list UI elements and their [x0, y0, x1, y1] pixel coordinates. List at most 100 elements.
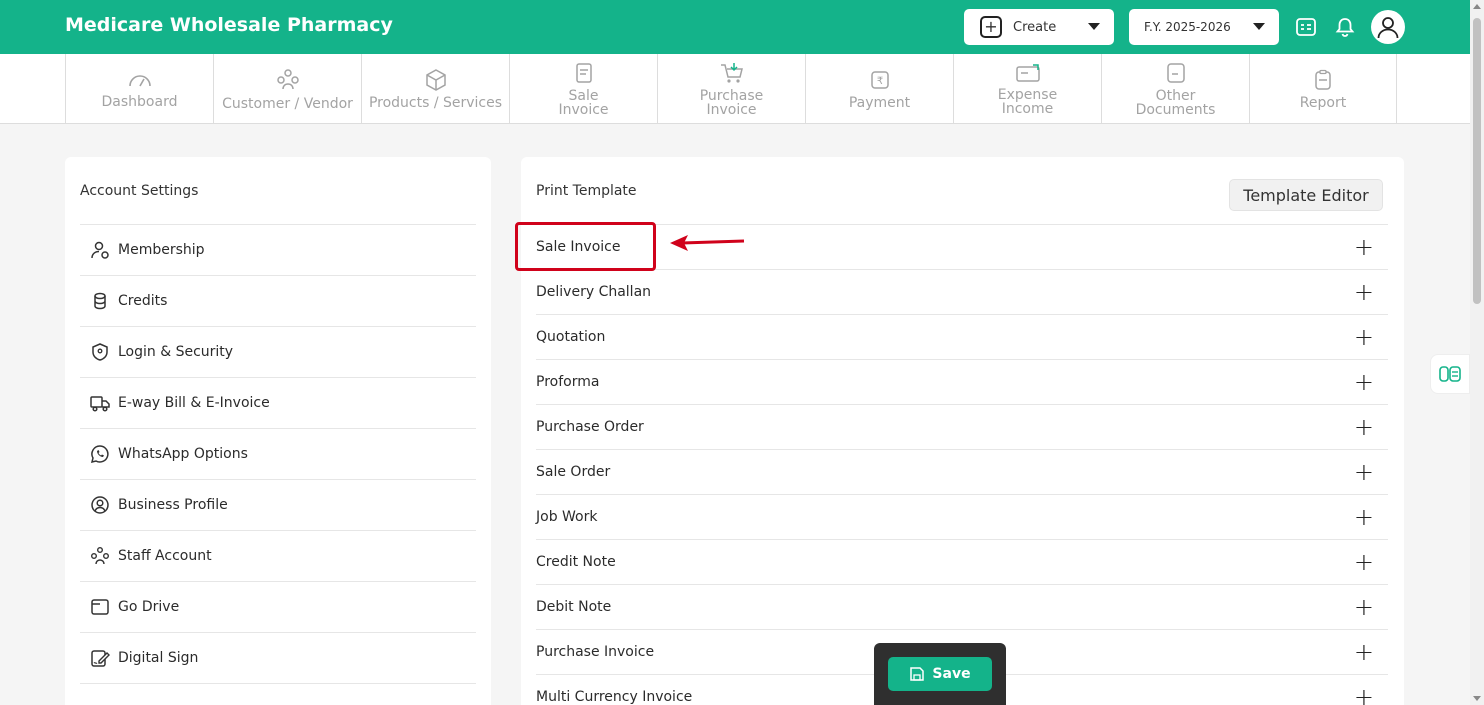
calculator-icon[interactable] — [1291, 12, 1321, 42]
app-title: Medicare Wholesale Pharmacy — [65, 14, 393, 36]
template-item-label: Sale Order — [536, 464, 611, 480]
template-item-label: Purchase Order — [536, 419, 644, 435]
template-item-label: Quotation — [536, 329, 606, 345]
template-editor-button[interactable]: Template Editor — [1229, 179, 1383, 211]
fiscal-year-select[interactable]: F.Y. 2025-2026 — [1129, 9, 1279, 45]
plus-icon[interactable]: + — [1354, 640, 1374, 664]
save-bar: Save — [874, 643, 1006, 705]
account-settings-title: Account Settings — [80, 183, 199, 199]
template-item-job-work[interactable]: Job Work + — [536, 495, 1388, 540]
account-settings-panel: Account Settings Membership Credits Logi… — [65, 157, 491, 705]
plus-icon[interactable]: + — [1354, 505, 1374, 529]
plus-icon[interactable]: + — [1354, 550, 1374, 574]
nav-label: Report — [1299, 95, 1347, 111]
coins-icon — [90, 291, 110, 311]
side-chat-button[interactable] — [1430, 354, 1470, 394]
nav-sale-invoice[interactable]: Sale Invoice — [509, 54, 657, 124]
create-label: Create — [1013, 19, 1057, 35]
settings-item-label: Go Drive — [118, 599, 180, 615]
clipboard-icon — [1315, 69, 1331, 90]
scroll-down-icon[interactable] — [1473, 696, 1481, 701]
nav-expense-income[interactable]: Expense Income — [953, 54, 1101, 124]
page-scrollbar[interactable] — [1470, 0, 1484, 705]
save-label: Save — [932, 666, 971, 682]
nav-label: Sale Invoice — [558, 88, 609, 118]
template-item-label: Purchase Invoice — [536, 644, 655, 660]
plus-icon[interactable]: + — [1354, 595, 1374, 619]
expense-icon — [1015, 64, 1040, 82]
annotation-highlight-box — [515, 222, 656, 271]
nav-report[interactable]: Report — [1249, 54, 1397, 124]
plus-icon[interactable]: + — [1354, 280, 1374, 304]
template-item-label: Delivery Challan — [536, 284, 652, 300]
documents-icon — [1166, 63, 1185, 83]
main-nav: Dashboard Customer / Vendor Products / S… — [0, 54, 1470, 124]
nav-purchase-invoice[interactable]: Purchase Invoice — [657, 54, 805, 124]
settings-item-go-drive[interactable]: Go Drive — [80, 582, 476, 633]
plus-icon[interactable]: + — [1354, 415, 1374, 439]
truck-icon — [90, 393, 110, 413]
settings-item-label: Business Profile — [118, 497, 228, 513]
save-button[interactable]: Save — [888, 657, 992, 691]
scroll-up-icon[interactable] — [1473, 4, 1481, 9]
create-button[interactable]: + Create — [964, 9, 1114, 45]
bell-icon[interactable] — [1330, 12, 1360, 42]
fiscal-year-label: F.Y. 2025-2026 — [1144, 20, 1231, 34]
top-bar: Medicare Wholesale Pharmacy + Create F.Y… — [0, 0, 1470, 54]
plus-icon[interactable]: + — [1354, 685, 1374, 705]
nav-payment[interactable]: ₹ Payment — [805, 54, 953, 124]
template-item-sale-invoice[interactable]: Sale Invoice + — [536, 225, 1388, 270]
nav-other-documents[interactable]: Other Documents — [1101, 54, 1249, 124]
nav-products-services[interactable]: Products / Services — [361, 54, 509, 124]
settings-item-staff-account[interactable]: Staff Account — [80, 531, 476, 582]
settings-item-eway-bill[interactable]: E-way Bill & E-Invoice — [80, 378, 476, 429]
user-avatar[interactable] — [1371, 10, 1405, 44]
settings-item-label: Membership — [118, 242, 205, 258]
annotation-arrow-icon — [670, 235, 745, 251]
plus-icon: + — [980, 16, 1002, 38]
template-item-quotation[interactable]: Quotation + — [536, 315, 1388, 360]
sign-icon — [90, 648, 110, 668]
chat-icon — [1439, 366, 1461, 382]
plus-icon[interactable]: + — [1354, 325, 1374, 349]
plus-icon[interactable]: + — [1354, 235, 1374, 259]
profile-icon — [90, 495, 110, 515]
template-item-purchase-order[interactable]: Purchase Order + — [536, 405, 1388, 450]
svg-text:₹: ₹ — [876, 76, 882, 87]
template-item-sale-order[interactable]: Sale Order + — [536, 450, 1388, 495]
plus-icon[interactable]: + — [1354, 460, 1374, 484]
nav-label: Other Documents — [1135, 88, 1216, 118]
template-item-label: Credit Note — [536, 554, 616, 570]
staff-icon — [90, 546, 110, 566]
settings-item-whatsapp[interactable]: WhatsApp Options — [80, 429, 476, 480]
nav-customer-vendor[interactable]: Customer / Vendor — [213, 54, 361, 124]
chevron-down-icon — [1088, 23, 1100, 30]
save-icon — [910, 667, 925, 681]
account-settings-list: Membership Credits Login & Security E-wa… — [80, 224, 476, 684]
settings-item-membership[interactable]: Membership — [80, 225, 476, 276]
settings-item-credits[interactable]: Credits — [80, 276, 476, 327]
print-template-title: Print Template — [536, 183, 637, 199]
membership-icon — [90, 240, 110, 260]
nav-label: Payment — [848, 95, 911, 111]
drive-icon — [90, 597, 110, 617]
template-item-delivery-challan[interactable]: Delivery Challan + — [536, 270, 1388, 315]
gauge-icon — [128, 75, 151, 87]
nav-label: Products / Services — [368, 95, 503, 111]
nav-dashboard[interactable]: Dashboard — [65, 54, 213, 124]
nav-label: Expense Income — [997, 87, 1058, 117]
settings-item-login-security[interactable]: Login & Security — [80, 327, 476, 378]
nav-label: Purchase Invoice — [699, 88, 764, 118]
chevron-down-icon — [1253, 23, 1265, 30]
box-icon — [425, 69, 446, 91]
shield-icon — [90, 342, 110, 362]
settings-item-digital-sign[interactable]: Digital Sign — [80, 633, 476, 684]
nav-label: Customer / Vendor — [222, 96, 353, 112]
template-item-proforma[interactable]: Proforma + — [536, 360, 1388, 405]
template-item-credit-note[interactable]: Credit Note + — [536, 540, 1388, 585]
scroll-thumb[interactable] — [1473, 18, 1481, 304]
template-item-debit-note[interactable]: Debit Note + — [536, 585, 1388, 630]
settings-item-business-profile[interactable]: Business Profile — [80, 480, 476, 531]
settings-item-label: Credits — [118, 293, 168, 309]
plus-icon[interactable]: + — [1354, 370, 1374, 394]
